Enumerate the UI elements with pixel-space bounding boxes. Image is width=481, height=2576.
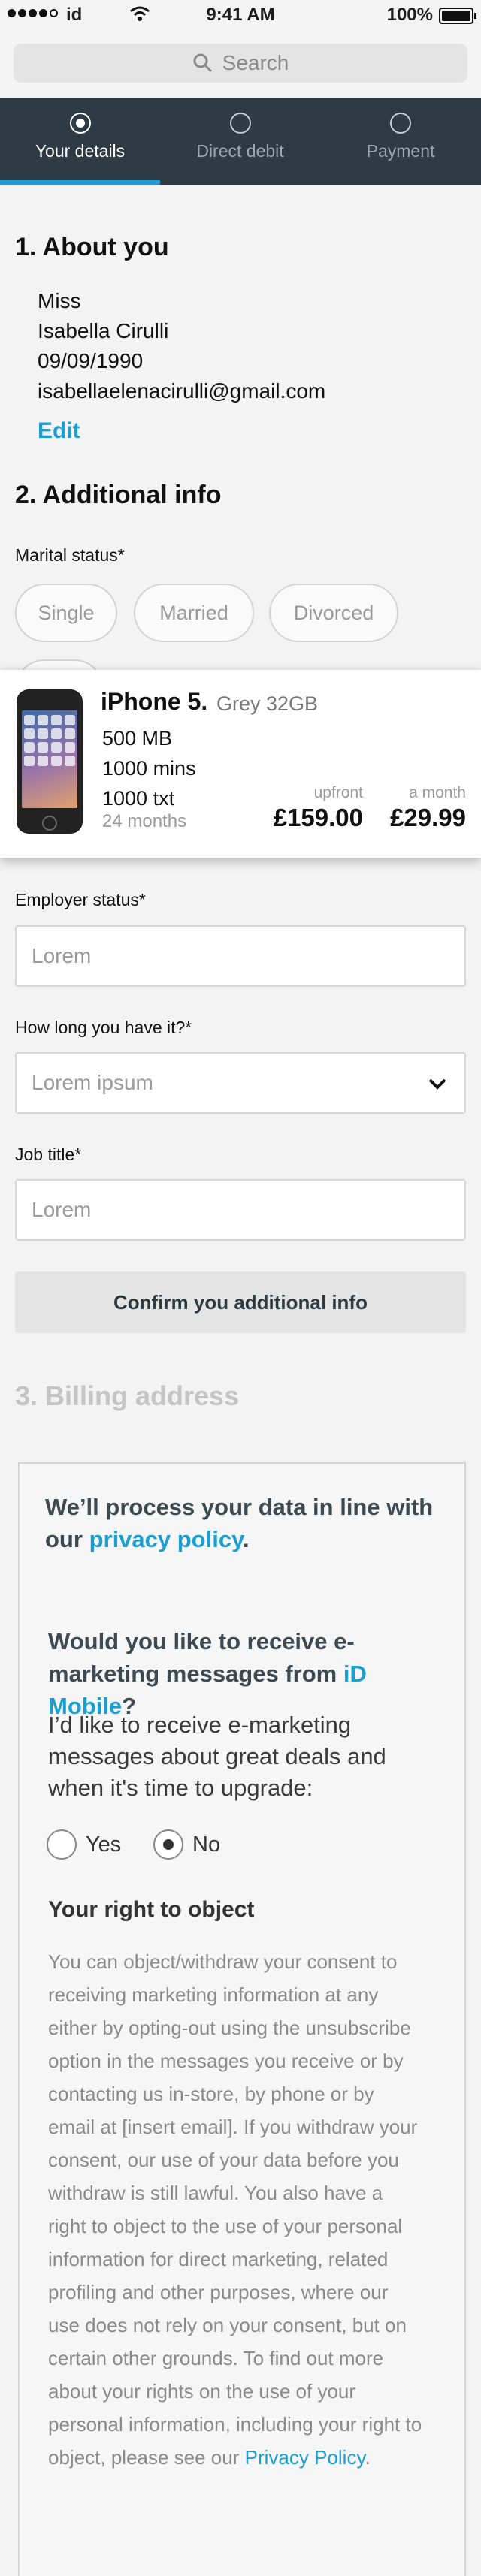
search-placeholder: Search xyxy=(222,51,289,74)
privacy-policy-footer-link[interactable]: Privacy Policy xyxy=(245,2446,365,2469)
monthly-label: a month xyxy=(409,784,466,801)
step-label: Payment xyxy=(366,141,435,161)
marital-option-single[interactable]: Single xyxy=(15,584,117,642)
marital-status-label: Marital status* xyxy=(15,545,125,565)
privacy-policy-link[interactable]: privacy policy xyxy=(89,1526,243,1552)
marketing-yes-radio[interactable]: Yes xyxy=(47,1829,121,1860)
monthly-price: £29.99 xyxy=(390,804,466,831)
step-indicator-icon xyxy=(229,113,251,134)
marketing-no-radio[interactable]: No xyxy=(153,1829,220,1860)
how-long-value: Lorem ipsum xyxy=(32,1071,153,1094)
radio-circle-icon xyxy=(47,1829,77,1860)
product-summary-card: iPhone 5. Grey 32GB 500 MB 1000 mins 100… xyxy=(0,670,481,858)
about-email: isabellaelenacirulli@gmail.com xyxy=(38,379,326,403)
how-long-label: How long you have it?* xyxy=(15,1018,192,1037)
marketing-question-text: Would you like to receive e-marketing me… xyxy=(48,1628,355,1687)
marital-option-married[interactable]: Married xyxy=(134,584,254,642)
radio-label-yes: Yes xyxy=(86,1832,122,1857)
step-label: Direct debit xyxy=(196,141,284,161)
chevron-down-icon xyxy=(428,1078,446,1090)
edit-link[interactable]: Edit xyxy=(38,418,80,444)
about-name: Isabella Cirulli xyxy=(38,319,169,342)
product-texts: 1000 txt xyxy=(102,787,175,810)
step-direct-debit[interactable]: Direct debit xyxy=(160,98,320,185)
how-long-select[interactable]: Lorem ipsum xyxy=(15,1052,466,1114)
product-variant: Grey 32GB xyxy=(216,692,319,715)
upfront-label: upfront xyxy=(313,784,363,801)
right-to-object-heading: Your right to object xyxy=(48,1897,255,1922)
job-title-input[interactable]: Lorem xyxy=(15,1179,466,1241)
job-title-label: Job title* xyxy=(15,1145,82,1164)
data-processing-notice: We’ll process your data in line with our… xyxy=(45,1491,436,1555)
about-heading: 1. About you xyxy=(15,233,169,261)
additional-info-heading: 2. Additional info xyxy=(15,481,222,509)
marketing-question: Would you like to receive e-marketing me… xyxy=(48,1625,439,1722)
product-name: iPhone 5. xyxy=(101,688,208,715)
checkout-stepper: Your details Direct debit Payment xyxy=(0,98,481,185)
marital-option-divorced[interactable]: Divorced xyxy=(269,584,398,642)
search-icon xyxy=(193,53,212,73)
about-title: Miss xyxy=(38,289,81,312)
battery-percentage: 100% xyxy=(386,5,433,25)
step-indicator-icon xyxy=(69,113,91,134)
employer-status-label: Employer status* xyxy=(15,890,146,909)
battery-icon xyxy=(439,8,476,24)
product-minutes: 1000 mins xyxy=(102,757,196,780)
step-indicator-icon xyxy=(390,113,411,134)
product-data-allowance: 500 MB xyxy=(102,727,173,750)
about-dob: 09/09/1990 xyxy=(38,349,144,373)
job-title-placeholder: Lorem xyxy=(32,1198,92,1221)
product-term: 24 months xyxy=(102,811,187,831)
radio-checked-icon xyxy=(153,1829,183,1860)
right-to-object-body: You can object/withdraw your consent to … xyxy=(48,1945,424,2474)
confirm-additional-info-button[interactable]: Confirm you additional info xyxy=(15,1271,466,1333)
right-to-object-period: . xyxy=(365,2446,371,2469)
search-bar[interactable]: Search xyxy=(14,44,467,83)
right-to-object-text: You can object/withdraw your consent to … xyxy=(48,1950,422,2469)
marketing-prompt: I’d like to receive e-marketing messages… xyxy=(48,1712,386,1801)
iphone-image xyxy=(17,689,83,834)
radio-label-no: No xyxy=(192,1832,221,1857)
employer-status-input[interactable]: Lorem xyxy=(15,925,466,987)
status-bar: id 9:41 AM 100% xyxy=(0,0,481,33)
active-step-underline xyxy=(0,180,160,185)
employer-status-placeholder: Lorem xyxy=(32,944,92,967)
step-payment[interactable]: Payment xyxy=(320,98,481,185)
upfront-price: £159.00 xyxy=(273,804,363,831)
data-processing-period: . xyxy=(243,1526,250,1552)
step-label: Your details xyxy=(35,141,126,161)
step-your-details[interactable]: Your details xyxy=(0,98,160,185)
billing-address-heading: 3. Billing address xyxy=(15,1380,240,1411)
